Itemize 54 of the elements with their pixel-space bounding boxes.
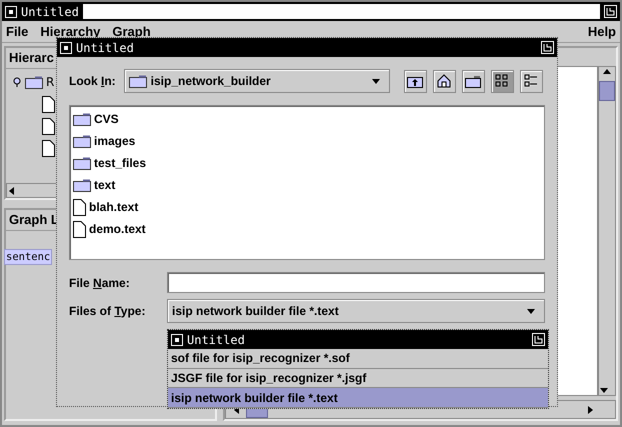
list-item[interactable]: sentenc (4, 249, 52, 265)
folder-icon (73, 134, 91, 148)
file-type-dropdown[interactable]: isip network builder file *.text (167, 299, 545, 323)
folder-icon (128, 74, 147, 88)
popup-title: Untitled (187, 332, 245, 346)
maximize-icon[interactable] (541, 41, 554, 54)
toolbar-button[interactable] (432, 70, 456, 92)
scroll-thumb[interactable] (599, 81, 615, 101)
file-icon (73, 220, 86, 238)
toolbar-button[interactable] (520, 70, 543, 92)
file-list-item[interactable]: CVS (94, 112, 119, 126)
scroll-up-arrow[interactable] (602, 67, 612, 77)
list-view-icon (495, 74, 510, 88)
folder-icon (25, 75, 43, 89)
tree-node-label[interactable]: R (46, 75, 54, 89)
dropdown-arrow-icon[interactable] (370, 76, 381, 86)
menu-item[interactable]: File (6, 24, 28, 39)
file-name-field[interactable] (167, 272, 545, 293)
home-icon (437, 74, 452, 88)
window-title: Untitled (21, 4, 79, 18)
file-list-item[interactable]: text (94, 178, 116, 192)
scroll-right-arrow[interactable] (585, 405, 595, 415)
window-menu-icon[interactable] (60, 42, 72, 54)
file-list-item[interactable]: test_files (94, 156, 146, 170)
maximize-icon[interactable] (532, 333, 545, 346)
folder-icon (465, 74, 482, 88)
file-name-label: File Name: (69, 276, 131, 290)
file-list-item[interactable]: images (94, 134, 136, 148)
dropdown-option[interactable]: isip network builder file *.text (168, 388, 548, 408)
menu-item[interactable]: Hierarchy (40, 24, 100, 39)
window-menu-icon[interactable] (5, 6, 17, 18)
dropdown-arrow-icon[interactable] (526, 306, 536, 316)
look-in-value: isip_network_builder (150, 74, 272, 88)
menu-item[interactable]: Graph (112, 24, 151, 39)
look-in-label: Look In: (69, 74, 116, 88)
scroll-down-arrow[interactable] (599, 385, 609, 395)
dropdown-option[interactable]: JSGF file for isip_recognizer *.jsgf (168, 368, 548, 388)
folder-icon (73, 156, 91, 170)
file-type-label: Files of Type: (69, 304, 146, 318)
folder-icon (73, 112, 91, 126)
window-menu-icon[interactable] (171, 334, 183, 346)
file-icon (73, 198, 86, 216)
expanded-node-icon[interactable] (12, 77, 22, 87)
vertical-scrollbar[interactable] (598, 66, 616, 396)
toolbar-button[interactable] (490, 70, 514, 92)
maximize-icon[interactable] (604, 5, 617, 18)
menu-item[interactable]: Help (588, 24, 616, 39)
toolbar-button[interactable] (462, 70, 485, 92)
details-view-icon (524, 74, 538, 88)
file-type-value: isip network builder file *.text (172, 304, 340, 318)
scroll-left-arrow[interactable] (7, 186, 17, 196)
folder-icon (73, 178, 91, 192)
toolbar-button[interactable] (404, 70, 427, 92)
look-in-dropdown[interactable]: isip_network_builder (124, 69, 390, 93)
